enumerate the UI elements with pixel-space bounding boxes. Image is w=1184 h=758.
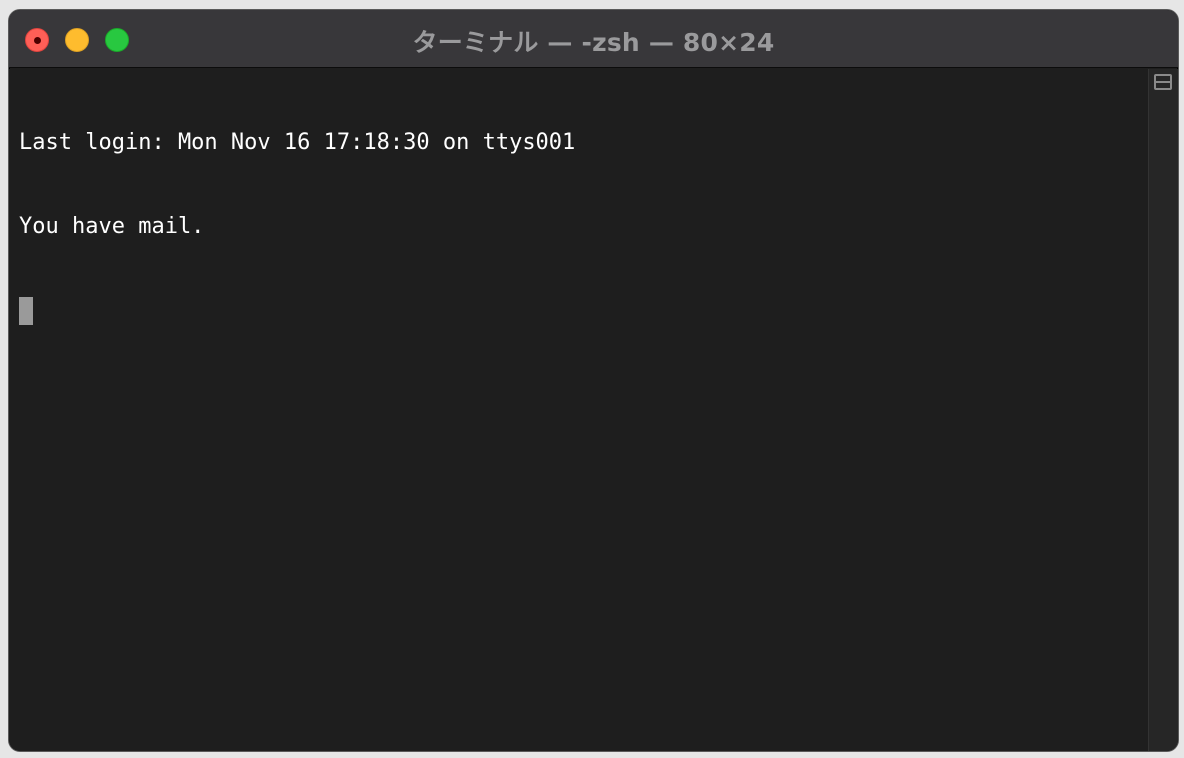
scrollbar[interactable] bbox=[1148, 69, 1178, 751]
title-bar[interactable]: ターミナル — -zsh — 80×24 bbox=[9, 10, 1178, 68]
terminal-output[interactable]: Last login: Mon Nov 16 17:18:30 on ttys0… bbox=[19, 73, 1142, 381]
prompt-line[interactable] bbox=[19, 297, 1142, 325]
terminal-line: Last login: Mon Nov 16 17:18:30 on ttys0… bbox=[19, 130, 576, 155]
terminal-window: ターミナル — -zsh — 80×24 Last login: Mon Nov… bbox=[8, 9, 1179, 752]
split-pane-icon[interactable] bbox=[1154, 74, 1172, 90]
text-cursor bbox=[19, 297, 33, 325]
terminal-content[interactable]: Last login: Mon Nov 16 17:18:30 on ttys0… bbox=[9, 69, 1178, 751]
terminal-line: You have mail. bbox=[19, 214, 205, 239]
window-title: ターミナル — -zsh — 80×24 bbox=[412, 28, 775, 57]
